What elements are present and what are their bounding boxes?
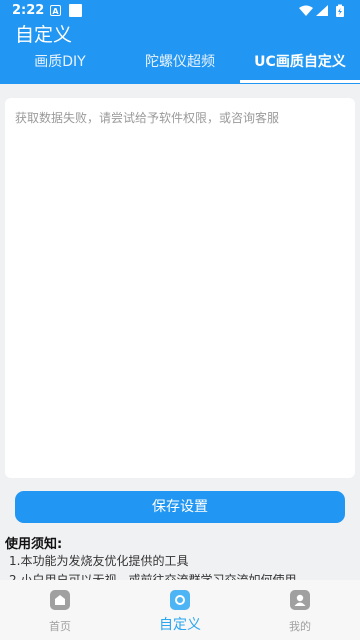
bottom-nav: 首页 自定义 我的 [0,580,360,640]
notes-title: 使用须知: [5,537,63,552]
app-header: 2:22 A 自定义 画质DIY 陀螺仪超频 UC画质自定义 [0,0,360,84]
tab-uc-quality-custom[interactable]: UC画质自定义 [240,50,360,84]
nav-home-label: 首页 [49,620,71,633]
wifi-icon [299,5,313,16]
note-item: 1.本功能为发烧友优化提供的工具 [9,554,189,568]
notification-a-icon: A [50,5,61,16]
page-title: 自定义 [15,24,73,46]
tab-quality-diy[interactable]: 画质DIY [0,50,120,84]
notification-square-icon [69,4,82,17]
tab-indicator [240,80,360,83]
person-icon [290,590,310,610]
content-card: 获取数据失败，请尝试给予软件权限，或咨询客服 [5,98,355,478]
nav-mine-label: 我的 [289,620,311,633]
nav-home[interactable]: 首页 [0,580,120,640]
status-bar: 2:22 A [0,0,360,22]
custom-icon [170,590,190,610]
home-icon [50,590,70,610]
battery-icon [336,4,344,17]
nav-custom[interactable]: 自定义 [120,580,240,640]
save-button[interactable]: 保存设置 [15,491,345,523]
status-icons [299,4,344,17]
tab-gyro-overclock[interactable]: 陀螺仪超频 [120,50,240,84]
status-time: 2:22 [12,3,45,18]
signal-icon [316,5,328,16]
nav-mine[interactable]: 我的 [240,580,360,640]
tab-bar: 画质DIY 陀螺仪超频 UC画质自定义 [0,50,360,84]
nav-custom-label: 自定义 [159,617,201,633]
error-message: 获取数据失败，请尝试给予软件权限，或咨询客服 [15,111,280,125]
